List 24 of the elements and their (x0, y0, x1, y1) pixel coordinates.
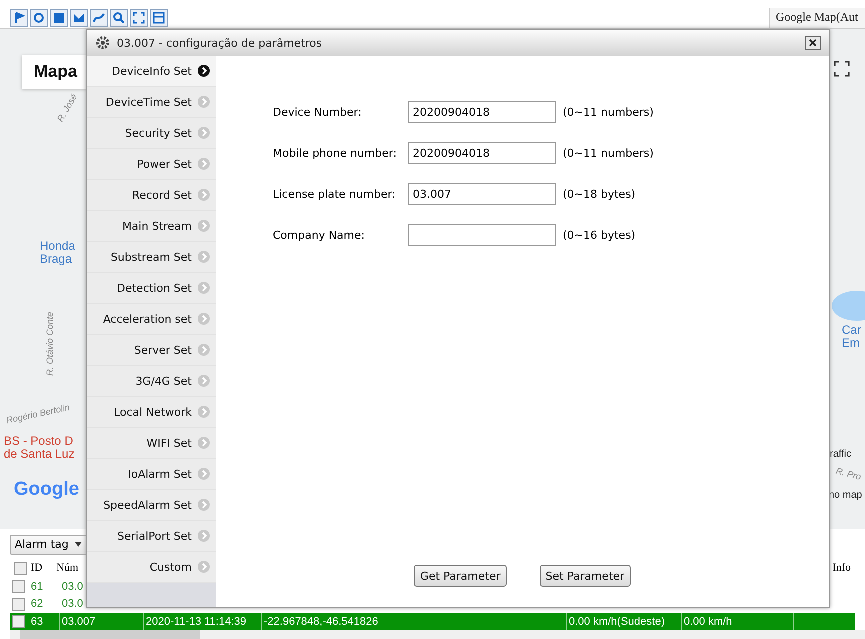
table-cell: 61 (10, 578, 60, 596)
field-label: Company Name: (273, 228, 366, 242)
field-hint: (0~11 numbers) (563, 106, 654, 118)
map-label: BS - Posto D (4, 434, 74, 448)
table-cell-text: 03.0 (61, 597, 84, 612)
dialog-title: 03.007 - configuração de parâmetros (117, 36, 322, 50)
map-label: Rogério Bertolin (6, 402, 71, 426)
map-label: raffic (830, 449, 852, 460)
field-label: Mobile phone number: (273, 146, 398, 160)
map-label: Car (842, 323, 862, 337)
field-hint: (0~18 bytes) (563, 188, 636, 200)
map-label: Em (842, 336, 860, 350)
table-cell-text: 03.0 (61, 580, 84, 594)
table-cell: 62 (10, 595, 60, 613)
field-hint: (0~16 bytes) (563, 228, 636, 242)
field-label: License plate number: (273, 188, 397, 200)
map-label: R. Otávio Conte (45, 312, 56, 376)
map-label: R. Pro (835, 466, 862, 482)
map-label: Braga (40, 252, 72, 266)
field-label: Device Number: (273, 106, 363, 118)
map-label: Honda (40, 239, 76, 253)
map-logo: Google (14, 479, 80, 501)
map-label: de Santa Luz (4, 447, 75, 461)
field-hint: (0~11 numbers) (563, 146, 654, 160)
